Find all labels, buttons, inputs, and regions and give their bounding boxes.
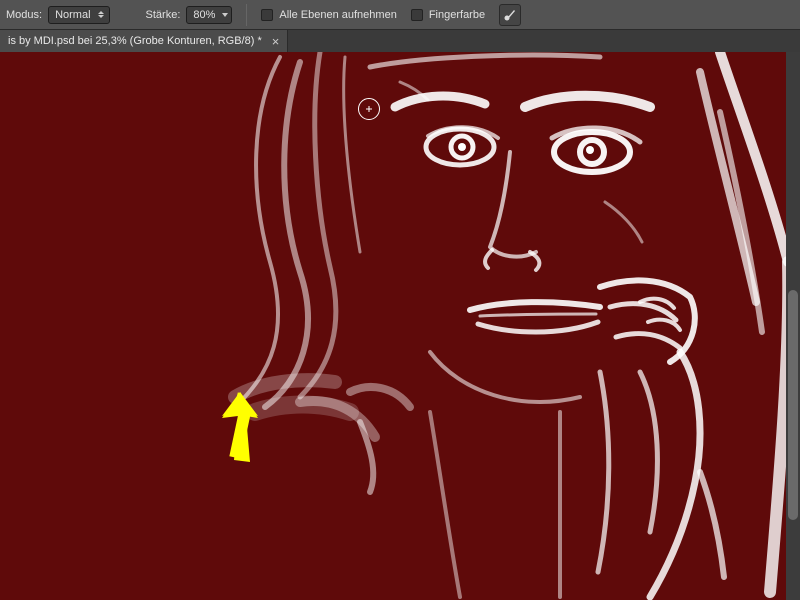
mode-value: Normal (55, 9, 90, 21)
divider (246, 4, 247, 26)
close-icon[interactable]: × (272, 35, 280, 48)
chevron-down-icon (222, 13, 228, 17)
pressure-size-button[interactable] (499, 4, 521, 26)
scrollbar-thumb[interactable] (788, 290, 798, 520)
mode-dropdown[interactable]: Normal (48, 6, 109, 24)
artwork (0, 52, 800, 600)
finger-paint-checkbox[interactable] (411, 9, 423, 21)
finger-paint-group: Fingerfarbe (411, 9, 485, 21)
canvas-area[interactable] (0, 52, 800, 600)
document-tab[interactable]: is by MDI.psd bei 25,3% (Grobe Konturen,… (0, 30, 288, 52)
strength-input[interactable]: 80% (186, 6, 232, 24)
strength-group: Stärke: 80% (146, 6, 233, 24)
strength-value: 80% (193, 9, 215, 21)
updown-icon (96, 8, 106, 22)
sample-all-checkbox[interactable] (261, 9, 273, 21)
finger-paint-label: Fingerfarbe (429, 9, 485, 21)
sample-all-group: Alle Ebenen aufnehmen (261, 9, 396, 21)
options-bar: Modus: Normal Stärke: 80% Alle Ebenen au… (0, 0, 800, 30)
strength-label: Stärke: (146, 9, 181, 21)
mode-label: Modus: (6, 9, 42, 21)
sample-all-label: Alle Ebenen aufnehmen (279, 9, 396, 21)
mode-group: Modus: Normal (6, 6, 110, 24)
pen-pressure-icon (503, 8, 517, 22)
vertical-scrollbar[interactable] (786, 52, 800, 600)
document-tab-bar: is by MDI.psd bei 25,3% (Grobe Konturen,… (0, 30, 800, 52)
document-tab-title: is by MDI.psd bei 25,3% (Grobe Konturen,… (8, 35, 262, 47)
